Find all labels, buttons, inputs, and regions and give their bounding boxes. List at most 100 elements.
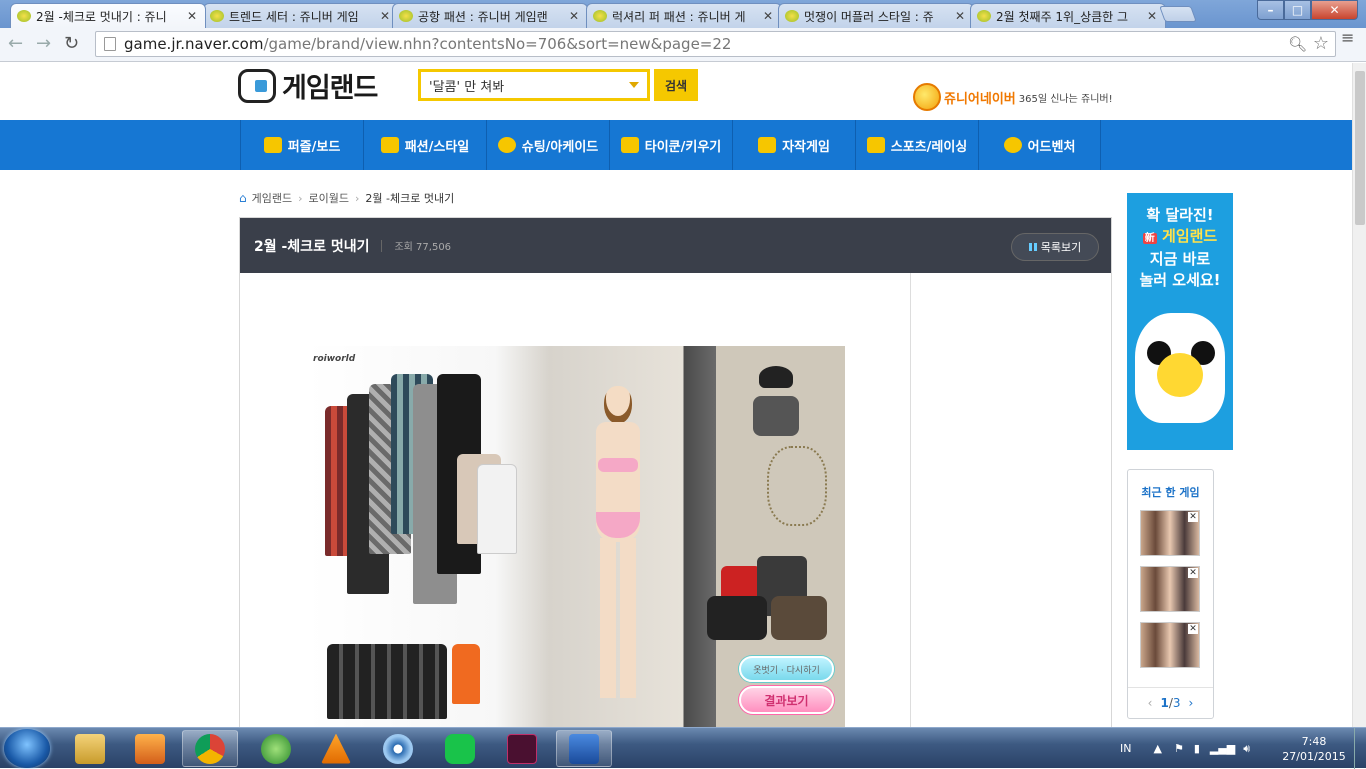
logo-text: 게임랜드: [282, 73, 378, 104]
breadcrumb-item[interactable]: 로이월드: [309, 190, 349, 206]
taskbar-vlc[interactable]: [308, 730, 364, 767]
breadcrumb: ⌂ 게임랜드 › 로이월드 › 2월 -체크로 멋내기: [239, 190, 454, 206]
tab-6[interactable]: 2월 첫째주 1위_상큼한 그 ✕: [970, 3, 1166, 28]
remove-icon[interactable]: ✕: [1188, 512, 1198, 522]
power-icon[interactable]: ▮: [1194, 742, 1200, 755]
clothing-item[interactable]: [327, 644, 447, 719]
divider: [381, 239, 383, 252]
taskbar-media-player[interactable]: [122, 730, 178, 767]
list-view-button[interactable]: 목록보기: [1011, 233, 1099, 261]
vlc-cone-icon: [321, 733, 351, 764]
language-indicator[interactable]: IN: [1120, 742, 1131, 755]
tab-title: 2월 -체크로 멋내기 : 쥬니: [36, 9, 167, 24]
taskbar-line[interactable]: [432, 730, 488, 767]
reset-button[interactable]: 옷벗기 · 다시하기: [739, 656, 834, 682]
clothing-item[interactable]: [452, 644, 480, 704]
clothing-item[interactable]: [477, 464, 517, 554]
next-page-icon[interactable]: ›: [1189, 696, 1194, 710]
recent-game-thumb[interactable]: ✕: [1140, 510, 1200, 556]
taskbar-download-manager[interactable]: [248, 730, 304, 767]
minimize-button[interactable]: –: [1257, 0, 1284, 20]
signal-icon[interactable]: ▂▄▆: [1210, 742, 1235, 755]
nav-item-custom[interactable]: 자작게임: [732, 120, 855, 170]
recent-game-thumb[interactable]: ✕: [1140, 566, 1200, 612]
url-path: /game/brand/view.nhn?contentsNo=706&sort…: [263, 35, 732, 53]
nav-item-shooting[interactable]: 슈팅/아케이드: [486, 120, 609, 170]
chevron-down-icon[interactable]: [629, 82, 639, 88]
recent-game-thumb[interactable]: ✕: [1140, 622, 1200, 668]
target-icon: [497, 137, 516, 153]
new-tab-button[interactable]: [1159, 6, 1197, 22]
taskbar-webcam[interactable]: [370, 730, 426, 767]
remove-icon[interactable]: ✕: [1188, 568, 1198, 578]
favicon-icon: [593, 10, 607, 22]
taskbar-word[interactable]: [556, 730, 612, 767]
nav-item-adventure[interactable]: 어드벤처: [978, 120, 1101, 170]
accessories[interactable]: [707, 366, 837, 646]
game-header: 2월 -체크로 멋내기 조회 77,506 목록보기: [240, 218, 1111, 273]
menu-icon[interactable]: ≡: [1341, 30, 1355, 46]
mascot-icon: [913, 83, 941, 111]
taskbar-indesign[interactable]: [494, 730, 550, 767]
nav-item-sports[interactable]: 스포츠/레이싱: [855, 120, 978, 170]
nav-item-tycoon[interactable]: 타이쿤/키우기: [609, 120, 732, 170]
list-button-label: 목록보기: [1040, 241, 1082, 254]
search-button[interactable]: 검색: [654, 69, 698, 101]
clock[interactable]: 7:48 27/01/2015: [1282, 734, 1346, 764]
junior-naver-logo[interactable]: 쥬니어네이버 365일 신나는 쥬니버!: [913, 83, 1113, 111]
page-icon: [104, 37, 116, 51]
wrench-icon: [758, 137, 777, 153]
taskbar-explorer[interactable]: [62, 730, 118, 767]
start-button[interactable]: [4, 729, 50, 768]
nav-item-puzzle[interactable]: 퍼즐/보드: [240, 120, 363, 170]
close-tab-icon[interactable]: ✕: [185, 9, 199, 23]
bookmark-star-icon[interactable]: ☆: [1313, 33, 1329, 54]
site-header: 게임랜드 '달콤' 만 쳐봐 검색 쥬니어네이버 365일 신나는 쥬니버!: [0, 63, 1352, 120]
taskbar-chrome[interactable]: [182, 730, 238, 767]
show-desktop-button[interactable]: [1354, 728, 1366, 769]
close-tab-icon[interactable]: ✕: [378, 9, 392, 23]
close-window-button[interactable]: ✕: [1311, 0, 1358, 20]
close-tab-icon[interactable]: ✕: [567, 9, 581, 23]
show-hidden-icons-icon[interactable]: ▲: [1153, 742, 1161, 755]
maximize-button[interactable]: □: [1284, 0, 1311, 20]
remove-icon[interactable]: ✕: [1188, 624, 1198, 634]
clothing-rack[interactable]: [307, 354, 522, 719]
nav-label: 패션/스타일: [404, 139, 470, 155]
gameland-logo[interactable]: 게임랜드: [238, 66, 378, 105]
breadcrumb-item[interactable]: 게임랜드: [252, 190, 292, 206]
scroll-thumb[interactable]: [1355, 71, 1365, 225]
nav-item-fashion[interactable]: 패션/스타일: [363, 120, 486, 170]
volume-icon[interactable]: 🔊︎: [1243, 742, 1250, 756]
result-button[interactable]: 결과보기: [739, 686, 834, 714]
tab-4[interactable]: 럭셔리 퍼 패션 : 쥬니버 게 ✕: [586, 3, 782, 28]
browser-toolbar: ← → ↻ game.jr.naver.com/game/brand/view.…: [0, 28, 1366, 62]
nav-label: 자작게임: [782, 139, 830, 155]
search-input[interactable]: '달콤' 만 쳐봐: [418, 69, 650, 101]
tab-2[interactable]: 트렌드 세터 : 쥬니버 게임 ✕: [203, 3, 399, 28]
tab-3[interactable]: 공항 패션 : 쥬니버 게임랜 ✕: [392, 3, 588, 28]
close-tab-icon[interactable]: ✕: [1145, 9, 1159, 23]
gameland-banner[interactable]: 확 달라진! 新 게임랜드 지금 바로 놀러 오세요!: [1127, 193, 1233, 450]
address-bar[interactable]: game.jr.naver.com/game/brand/view.nhn?co…: [95, 31, 1336, 57]
word-icon: [569, 733, 599, 764]
tab-5[interactable]: 멋쟁이 머플러 스타일 : 쥬 ✕: [778, 3, 974, 28]
current-page: 1: [1160, 696, 1169, 710]
tab-1[interactable]: 2월 -체크로 멋내기 : 쥬니 ✕: [10, 3, 206, 28]
zoom-icon[interactable]: 🔍︎: [1288, 35, 1307, 53]
flash-game[interactable]: roiworld 옷벗기 · 다시하기 결과보기: [307, 346, 845, 727]
puzzle-icon: [263, 137, 282, 153]
home-icon[interactable]: ⌂: [239, 191, 247, 205]
favicon-icon: [785, 10, 799, 22]
back-arrow-icon[interactable]: ←: [8, 33, 23, 54]
flag-icon[interactable]: ⚑: [1174, 742, 1184, 755]
close-tab-icon[interactable]: ✕: [761, 9, 775, 23]
prev-page-icon[interactable]: ‹: [1148, 696, 1153, 710]
reload-icon[interactable]: ↻: [64, 33, 79, 54]
forward-arrow-icon[interactable]: →: [36, 33, 51, 54]
tab-title: 공항 패션 : 쥬니버 게임랜: [418, 9, 548, 24]
close-tab-icon[interactable]: ✕: [953, 9, 967, 23]
banner-line: 놀러 오세요!: [1139, 271, 1221, 289]
jr-tagline: 365일 신나는 쥬니버!: [1018, 93, 1113, 105]
vertical-scrollbar[interactable]: [1352, 63, 1366, 727]
